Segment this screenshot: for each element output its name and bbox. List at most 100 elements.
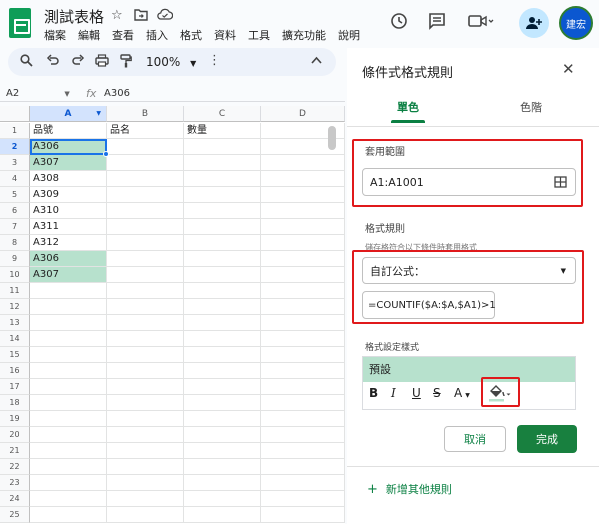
- done-button[interactable]: 完成: [517, 425, 577, 453]
- cell-a3[interactable]: A307: [30, 155, 107, 171]
- undo-icon[interactable]: [46, 54, 59, 71]
- row-header[interactable]: 17: [0, 379, 30, 395]
- cell-b20[interactable]: [107, 427, 184, 443]
- cell-a12[interactable]: [30, 299, 107, 315]
- cell-b14[interactable]: [107, 331, 184, 347]
- cell-d10[interactable]: [261, 267, 345, 283]
- row-header[interactable]: 16: [0, 363, 30, 379]
- cell-b17[interactable]: [107, 379, 184, 395]
- cell-d13[interactable]: [261, 315, 345, 331]
- menu-data[interactable]: 資料: [214, 27, 236, 43]
- strikethrough-icon[interactable]: S: [433, 386, 441, 400]
- cell-b24[interactable]: [107, 491, 184, 507]
- cell-d24[interactable]: [261, 491, 345, 507]
- cell-b12[interactable]: [107, 299, 184, 315]
- cell-a8[interactable]: A312: [30, 235, 107, 251]
- menu-format[interactable]: 格式: [180, 27, 202, 43]
- menu-edit[interactable]: 編輯: [78, 27, 100, 43]
- cell-a22[interactable]: [30, 459, 107, 475]
- cell-c12[interactable]: [184, 299, 261, 315]
- cell-b1[interactable]: 品名: [107, 123, 184, 139]
- sheets-logo[interactable]: [9, 8, 31, 38]
- cell-b9[interactable]: [107, 251, 184, 267]
- row-header[interactable]: 25: [0, 507, 30, 523]
- formula-input[interactable]: A306: [104, 88, 130, 99]
- cell-d14[interactable]: [261, 331, 345, 347]
- cell-b25[interactable]: [107, 507, 184, 523]
- cell-c5[interactable]: [184, 187, 261, 203]
- cell-d3[interactable]: [261, 155, 345, 171]
- row-header[interactable]: 18: [0, 395, 30, 411]
- cell-b16[interactable]: [107, 363, 184, 379]
- cell-c13[interactable]: [184, 315, 261, 331]
- cell-c11[interactable]: [184, 283, 261, 299]
- text-color-icon[interactable]: A ▼: [454, 386, 470, 400]
- tab-single-color[interactable]: 單色: [397, 99, 419, 115]
- cell-a15[interactable]: [30, 347, 107, 363]
- cell-a7[interactable]: A311: [30, 219, 107, 235]
- cancel-button[interactable]: 取消: [444, 426, 506, 452]
- menu-tools[interactable]: 工具: [248, 27, 270, 43]
- row-header[interactable]: 15: [0, 347, 30, 363]
- menu-extensions[interactable]: 擴充功能: [282, 27, 326, 43]
- cell-c25[interactable]: [184, 507, 261, 523]
- cell-a6[interactable]: A310: [30, 203, 107, 219]
- cell-c10[interactable]: [184, 267, 261, 283]
- row-header[interactable]: 9: [0, 251, 30, 267]
- cell-b2[interactable]: [107, 139, 184, 155]
- cell-c22[interactable]: [184, 459, 261, 475]
- cell-d7[interactable]: [261, 219, 345, 235]
- row-header[interactable]: 21: [0, 443, 30, 459]
- cell-b7[interactable]: [107, 219, 184, 235]
- cell-b19[interactable]: [107, 411, 184, 427]
- tab-color-scale[interactable]: 色階: [520, 99, 542, 115]
- row-header[interactable]: 1: [0, 123, 30, 139]
- cell-b23[interactable]: [107, 475, 184, 491]
- cell-a10[interactable]: A307: [30, 267, 107, 283]
- cell-d9[interactable]: [261, 251, 345, 267]
- add-rule-button[interactable]: + 新增其他規則: [367, 481, 452, 497]
- row-header[interactable]: 6: [0, 203, 30, 219]
- close-icon[interactable]: ✕: [562, 60, 575, 78]
- grid-select-icon[interactable]: [554, 176, 567, 191]
- cell-b8[interactable]: [107, 235, 184, 251]
- column-header-d[interactable]: D: [261, 106, 345, 122]
- cell-c17[interactable]: [184, 379, 261, 395]
- name-box[interactable]: A2 ▼: [6, 88, 70, 99]
- cell-d16[interactable]: [261, 363, 345, 379]
- cell-a25[interactable]: [30, 507, 107, 523]
- star-icon[interactable]: ☆: [111, 8, 123, 23]
- row-header[interactable]: 12: [0, 299, 30, 315]
- row-header[interactable]: 5: [0, 187, 30, 203]
- menu-help[interactable]: 說明: [338, 27, 360, 43]
- cell-a11[interactable]: [30, 283, 107, 299]
- cell-c7[interactable]: [184, 219, 261, 235]
- row-header[interactable]: 24: [0, 491, 30, 507]
- cell-b6[interactable]: [107, 203, 184, 219]
- bold-icon[interactable]: B: [369, 386, 378, 400]
- row-header[interactable]: 14: [0, 331, 30, 347]
- video-call-icon[interactable]: [468, 12, 494, 34]
- cell-c18[interactable]: [184, 395, 261, 411]
- cell-c1[interactable]: 數量: [184, 123, 261, 139]
- cell-c2[interactable]: [184, 139, 261, 155]
- cell-d4[interactable]: [261, 171, 345, 187]
- cell-b4[interactable]: [107, 171, 184, 187]
- cell-d6[interactable]: [261, 203, 345, 219]
- cell-d15[interactable]: [261, 347, 345, 363]
- search-menus-icon[interactable]: [20, 54, 33, 71]
- cell-c8[interactable]: [184, 235, 261, 251]
- collapse-toolbar-icon[interactable]: [311, 53, 322, 68]
- cell-b21[interactable]: [107, 443, 184, 459]
- document-title[interactable]: 測試表格: [44, 6, 104, 27]
- cell-c16[interactable]: [184, 363, 261, 379]
- cell-d21[interactable]: [261, 443, 345, 459]
- style-preview[interactable]: 預設: [363, 357, 575, 382]
- cell-a2[interactable]: A306: [30, 139, 107, 155]
- cell-d5[interactable]: [261, 187, 345, 203]
- cell-a5[interactable]: A309: [30, 187, 107, 203]
- row-header[interactable]: 7: [0, 219, 30, 235]
- cell-c23[interactable]: [184, 475, 261, 491]
- cell-a14[interactable]: [30, 331, 107, 347]
- share-button[interactable]: [519, 8, 549, 38]
